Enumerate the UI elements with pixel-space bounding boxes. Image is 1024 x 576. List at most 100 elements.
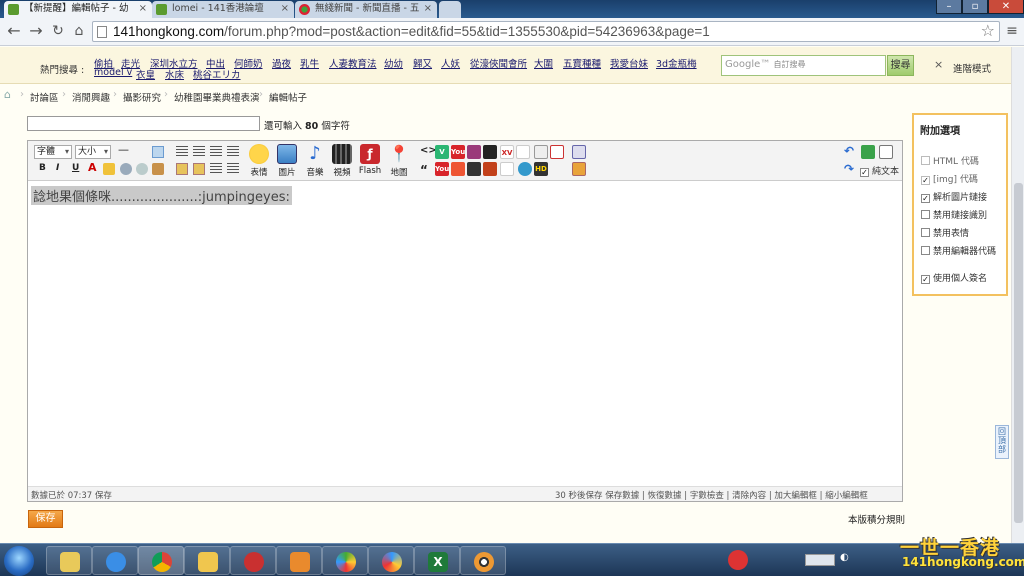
- tab-lomei[interactable]: lomei - 141香港論壇 ×: [152, 1, 294, 18]
- option-checkbox[interactable]: [921, 246, 930, 255]
- unlink-icon[interactable]: [136, 163, 148, 175]
- hd-icon[interactable]: HD: [534, 162, 548, 176]
- hot-link[interactable]: 乳牛: [300, 56, 319, 70]
- plaintext-toggle[interactable]: ✓ 純文本: [860, 164, 899, 177]
- hot-link[interactable]: 我愛台妹: [610, 56, 648, 70]
- unordered-list-icon[interactable]: [227, 163, 239, 175]
- porn-icon[interactable]: [483, 162, 497, 176]
- taskbar-explorer[interactable]: [184, 546, 230, 575]
- tab-tvb-news[interactable]: 無綫新聞 - 新聞直播 - 五 ×: [295, 1, 437, 18]
- editor-content[interactable]: 諗地果個條咪.....................:jumpingeyes:: [31, 186, 292, 205]
- size-select[interactable]: 大小: [75, 145, 111, 159]
- hot-link[interactable]: 五寶種種: [563, 56, 601, 70]
- undo-icon[interactable]: ↶: [844, 144, 854, 158]
- hot-link[interactable]: 水床: [165, 67, 184, 81]
- align-left-icon[interactable]: [176, 146, 188, 158]
- enlarge-editor-link[interactable]: 加大編輯框: [774, 491, 817, 501]
- align-center-icon[interactable]: [193, 146, 205, 158]
- editor-body[interactable]: 諗地果個條咪.....................:jumpingeyes:: [28, 182, 902, 486]
- taskbar-app[interactable]: [368, 546, 414, 575]
- window-icon[interactable]: [572, 145, 586, 159]
- close-window-icon[interactable]: ✕: [988, 0, 1024, 14]
- hot-link[interactable]: 3d金瓶梅: [656, 56, 697, 70]
- media-icon[interactable]: [467, 145, 481, 159]
- emoticon-button[interactable]: 表情: [246, 144, 272, 178]
- plaintext-checkbox[interactable]: ✓: [860, 168, 869, 177]
- image-button[interactable]: 圖片: [274, 144, 300, 178]
- scrollbar-thumb[interactable]: [1014, 183, 1023, 523]
- new-tab-button[interactable]: [439, 1, 461, 18]
- hot-link[interactable]: 歸又: [413, 56, 432, 70]
- quote-icon[interactable]: “: [420, 163, 428, 177]
- blank-icon[interactable]: [516, 145, 530, 159]
- hot-link[interactable]: 桃谷エリカ: [193, 67, 241, 81]
- option-checkbox[interactable]: [921, 156, 930, 165]
- taskbar-chrome[interactable]: [138, 546, 184, 575]
- bookmark-star-icon[interactable]: ☆: [981, 21, 995, 40]
- youtube-hd-icon[interactable]: You: [451, 145, 465, 159]
- tray-icon[interactable]: ◐: [840, 552, 852, 566]
- option-img[interactable]: ✓ [img] 代碼: [921, 172, 978, 185]
- vimeo-icon[interactable]: V: [435, 145, 449, 159]
- highlight-icon[interactable]: [103, 163, 115, 175]
- taskbar-app[interactable]: [322, 546, 368, 575]
- option-checkbox[interactable]: ✓: [921, 194, 930, 203]
- justify-icon[interactable]: [227, 146, 239, 158]
- youtube-icon[interactable]: You: [435, 162, 449, 176]
- taskbar-app[interactable]: [460, 546, 506, 575]
- save-data-link[interactable]: 30 秒後保存 保存數據: [555, 491, 639, 501]
- chat-icon[interactable]: [518, 162, 532, 176]
- forum-rules-link[interactable]: 本版積分規則: [848, 512, 905, 526]
- start-button-icon[interactable]: [4, 546, 34, 576]
- close-tab-icon[interactable]: ×: [281, 1, 289, 17]
- advanced-mode-link[interactable]: 進階模式: [953, 61, 991, 75]
- home-icon[interactable]: ⌂: [69, 21, 89, 41]
- option-disable-bbcode[interactable]: 禁用編輯器代碼: [921, 244, 996, 257]
- blank-icon[interactable]: [500, 162, 514, 176]
- taskbar-media[interactable]: [276, 546, 322, 575]
- underline-button[interactable]: U: [72, 163, 79, 173]
- music-button[interactable]: ♪ 音樂: [302, 144, 328, 179]
- hot-link[interactable]: 幼幼: [384, 56, 403, 70]
- link-icon[interactable]: [120, 163, 132, 175]
- option-html[interactable]: HTML 代碼: [921, 154, 979, 167]
- table-icon[interactable]: [152, 146, 164, 158]
- clear-content-link[interactable]: 清除內容: [732, 491, 766, 501]
- hr-icon[interactable]: —: [118, 143, 129, 156]
- minimize-icon[interactable]: –: [936, 0, 962, 14]
- document-icon[interactable]: [534, 145, 548, 159]
- italic-button[interactable]: I: [56, 163, 59, 173]
- clear-format-icon[interactable]: [152, 163, 164, 175]
- bold-button[interactable]: B: [39, 163, 46, 173]
- float-right-icon[interactable]: [193, 163, 205, 175]
- breadcrumb-forum[interactable]: 討論區: [30, 90, 59, 104]
- grid-icon[interactable]: [550, 145, 564, 159]
- page-scrollbar[interactable]: [1011, 47, 1024, 543]
- hot-link[interactable]: model v: [94, 67, 132, 78]
- shrink-editor-link[interactable]: 縮小編輯框: [825, 491, 868, 501]
- fullscreen-icon[interactable]: [861, 145, 875, 159]
- tray-app-icon[interactable]: [728, 550, 748, 570]
- video-button[interactable]: 視頻: [329, 144, 355, 178]
- breadcrumb-thread[interactable]: 幼稚園畢業典禮表演: [174, 90, 260, 104]
- close-icon[interactable]: ×: [934, 58, 943, 71]
- close-tab-icon[interactable]: ×: [139, 1, 147, 17]
- option-disable-smilies[interactable]: 禁用表情: [921, 226, 969, 239]
- media-icon[interactable]: [483, 145, 497, 159]
- option-checkbox[interactable]: ✓: [921, 275, 930, 284]
- breadcrumb-photography[interactable]: 攝影研究: [123, 90, 161, 104]
- google-search-input[interactable]: Google™ 自訂搜尋: [721, 55, 886, 76]
- taskbar-ie[interactable]: [92, 546, 138, 575]
- hot-link[interactable]: 衣皇: [136, 67, 155, 81]
- media-icon[interactable]: [451, 162, 465, 176]
- menu-icon[interactable]: ≡: [1002, 21, 1022, 41]
- subject-input[interactable]: [27, 116, 260, 131]
- flash-button[interactable]: ƒ Flash: [356, 144, 384, 176]
- hot-link[interactable]: 人妖: [441, 56, 460, 70]
- hot-link[interactable]: 大圍: [534, 56, 553, 70]
- breadcrumb-leisure[interactable]: 消閒興趣: [72, 90, 110, 104]
- taskbar-app[interactable]: [230, 546, 276, 575]
- media-icon[interactable]: [467, 162, 481, 176]
- option-parse-image-links[interactable]: ✓ 解析圖片鏈接: [921, 190, 987, 203]
- forward-arrow-icon[interactable]: →: [26, 21, 46, 41]
